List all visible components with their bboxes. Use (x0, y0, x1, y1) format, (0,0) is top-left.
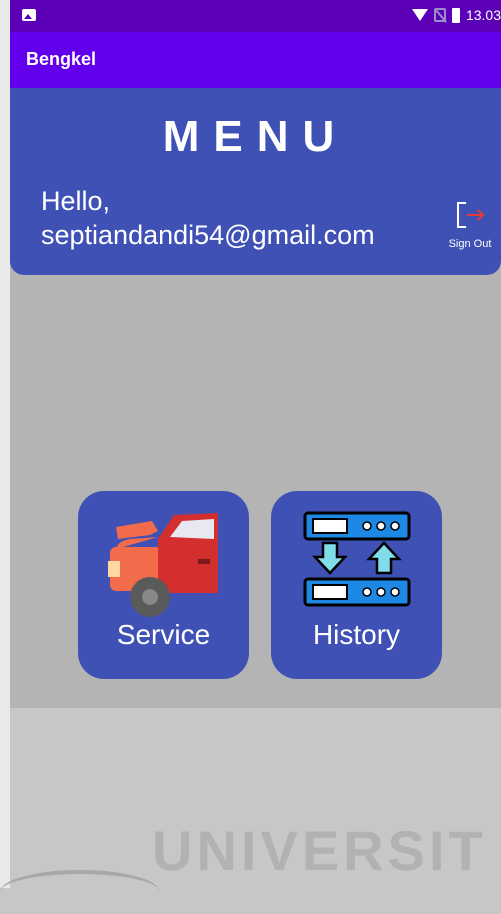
history-tile[interactable]: History (271, 491, 442, 679)
greeting-hello: Hello, (41, 186, 111, 216)
wifi-icon (411, 9, 428, 21)
no-sim-icon (433, 8, 446, 22)
gallery-icon (22, 9, 36, 21)
status-time: 13.03 (465, 7, 501, 23)
left-edge-strip (0, 0, 10, 888)
status-icons: 13.03 (411, 7, 501, 23)
battery-icon (451, 7, 460, 23)
app-bar: Bengkel (10, 32, 501, 88)
university-watermark: UNIVERSIT (152, 819, 487, 882)
service-tile[interactable]: Service (78, 491, 249, 679)
greeting-email: septiandandi54@gmail.com (41, 220, 375, 250)
header-card: MENU Hello, septiandandi54@gmail.com Sig… (10, 88, 501, 275)
logo-watermark-arc (0, 870, 160, 914)
server-transfer-icon (303, 511, 411, 607)
status-bar: 13.03 (10, 0, 501, 32)
sign-out-icon (457, 202, 485, 228)
history-label: History (312, 619, 401, 650)
app-title: Bengkel (26, 49, 97, 69)
greeting: Hello, septiandandi54@gmail.com (41, 184, 375, 252)
menu-title: MENU (162, 112, 349, 161)
car-repair-icon (108, 513, 218, 617)
sign-out-label: Sign Out (448, 238, 492, 250)
sign-out-button[interactable]: Sign Out (443, 200, 497, 250)
service-label: Service (116, 619, 211, 650)
